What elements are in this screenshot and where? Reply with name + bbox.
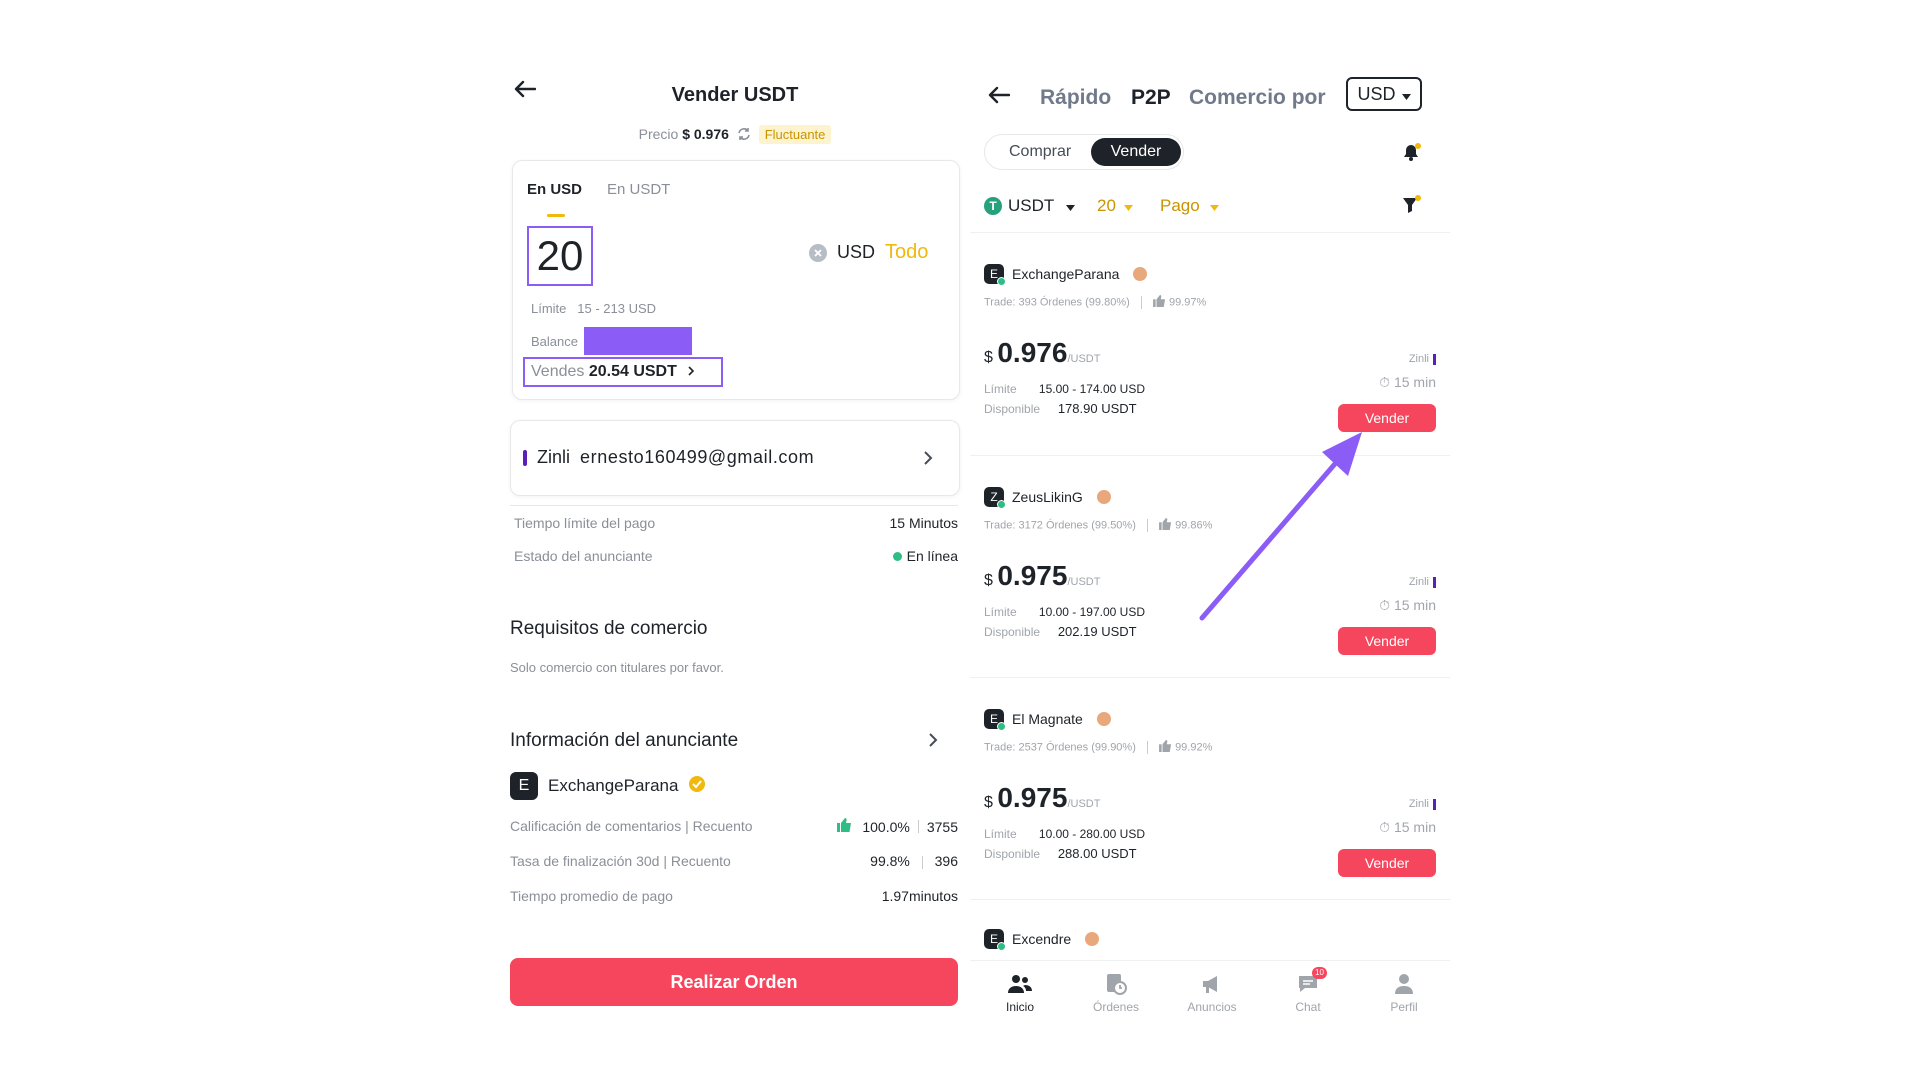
limit-row: Límite 15 - 213 USD (531, 301, 656, 316)
sell-order-screen: Vender USDT Precio $ 0.976 Fluctuante En… (500, 0, 970, 1080)
sell-amount-row[interactable]: Vendes 20.54 USDT (523, 357, 723, 387)
sell-label: Vendes (531, 363, 585, 380)
rating-values: 100.0% 3755 (837, 818, 958, 835)
avg-pay-time-value: 1.97minutos (881, 888, 958, 904)
advertiser-avatar: E (510, 772, 538, 800)
all-button[interactable]: Todo (885, 241, 928, 264)
chevron-right-icon (687, 363, 695, 381)
completion-count: 396 (934, 853, 958, 869)
sell-value: 20.54 USDT (588, 363, 677, 380)
completion-label: Tasa de finalización 30d | Recuento (510, 853, 731, 869)
limit-value: 15 - 213 USD (577, 301, 657, 316)
place-order-button[interactable]: Realizar Orden (510, 958, 958, 1006)
refresh-icon[interactable] (737, 127, 751, 144)
advertiser-status-value: En línea (906, 548, 958, 564)
payment-time-label: Tiempo límite del pago (514, 515, 656, 531)
balance-label: Balance (531, 333, 578, 349)
price-row: Precio $ 0.976 Fluctuante (500, 125, 970, 144)
completion-rate: 99.8% (870, 853, 910, 869)
online-dot-icon (892, 551, 902, 561)
completion-values: 99.8% 396 (870, 853, 958, 869)
divider (510, 505, 958, 506)
advertiser-info-title: Información del anunciante (510, 730, 739, 751)
terms-text: Solo comercio con titulares por favor. (510, 660, 724, 675)
tab-in-usdt[interactable]: En USDT (607, 181, 670, 198)
page-title: Vender USDT (671, 84, 799, 106)
payment-account: ernesto160499@gmail.com (580, 447, 815, 467)
rating-count: 3755 (926, 818, 958, 835)
terms-title: Requisitos de comercio (510, 618, 708, 639)
amount-card: En USD En USDT 20 USD Todo Límite 15 - 2… (512, 160, 960, 400)
payment-method-card[interactable]: Zinli ernesto160499@gmail.com (510, 420, 960, 496)
payment-time-value: 15 Minutos (889, 515, 958, 531)
chevron-right-icon[interactable] (928, 732, 938, 753)
price-type-badge: Fluctuante (758, 125, 832, 144)
price-value: $ 0.976 (682, 126, 729, 142)
payment-method-name: Zinli (537, 447, 571, 467)
tab-in-usd[interactable]: En USD (527, 181, 582, 198)
avg-pay-time-label: Tiempo promedio de pago (510, 888, 673, 904)
price-label: Precio (638, 126, 679, 142)
payment-method-info: Zinli ernesto160499@gmail.com (537, 447, 814, 468)
rating-label: Calificación de comentarios | Recuento (510, 818, 753, 834)
advertiser-status: En línea (892, 548, 958, 564)
clear-icon[interactable] (809, 243, 827, 262)
chevron-right-icon (923, 450, 933, 471)
verified-badge-icon (688, 775, 706, 798)
payment-color-bar (523, 450, 527, 466)
thumbs-up-icon (837, 818, 852, 835)
advertiser-status-label: Estado del anunciante (514, 548, 653, 564)
amount-controls: USD Todo (809, 241, 928, 264)
limit-label: Límite (531, 301, 567, 316)
active-tab-indicator (547, 214, 565, 217)
advertiser-row[interactable]: E ExchangeParana (510, 772, 706, 800)
advertiser-name: ExchangeParana (548, 776, 679, 795)
currency-label: USD (837, 242, 876, 262)
rating-percent: 100.0% (862, 818, 910, 835)
annotation-arrow-icon (1199, 432, 1362, 621)
p2p-market-screen: Rápido P2P Comercio por USD Comprar Vend… (970, 0, 1450, 1080)
balance-redaction (583, 327, 692, 355)
amount-input[interactable]: 20 (527, 226, 593, 286)
balance-row: Balance (531, 327, 692, 355)
